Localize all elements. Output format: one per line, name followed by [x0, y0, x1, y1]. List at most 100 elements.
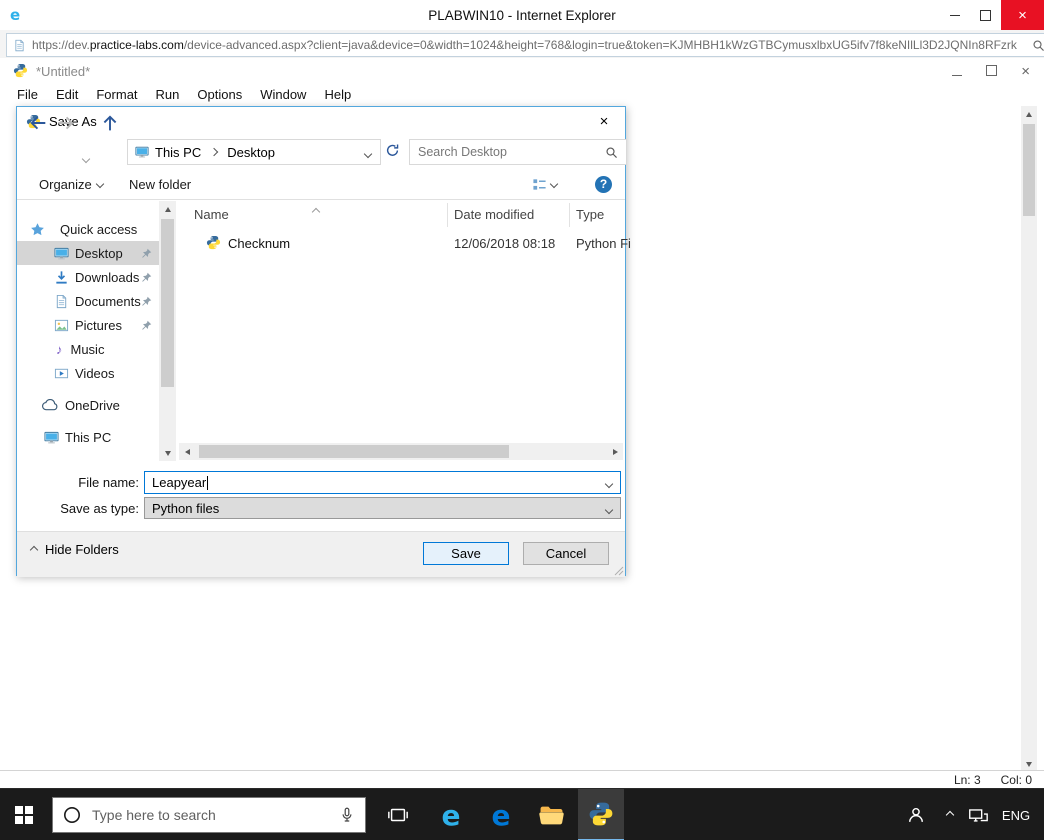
menu-file[interactable]: File	[8, 85, 47, 104]
task-view-button[interactable]	[376, 789, 420, 840]
editor-titlebar: *Untitled* ×	[0, 58, 1044, 84]
documents-icon	[54, 294, 69, 309]
python-idle-taskbar-button[interactable]	[578, 789, 624, 840]
sidebar-scrollbar[interactable]	[159, 201, 176, 461]
editor-close-button[interactable]: ×	[1021, 63, 1030, 80]
column-divider[interactable]	[569, 203, 570, 227]
menu-format[interactable]: Format	[87, 85, 146, 104]
pin-icon	[141, 271, 152, 286]
people-button[interactable]	[898, 789, 934, 840]
sidebar-item-videos[interactable]: Videos	[17, 361, 159, 385]
column-header-type[interactable]: Type	[576, 207, 604, 222]
help-button[interactable]: ?	[595, 169, 612, 199]
language-indicator[interactable]: ENG	[996, 789, 1036, 840]
file-date-modified: 12/06/2018 08:18	[454, 236, 556, 251]
file-list-horizontal-scrollbar[interactable]	[179, 443, 623, 460]
sidebar-item-pictures[interactable]: Pictures	[17, 313, 159, 337]
chevron-up-icon	[945, 810, 955, 820]
organize-button[interactable]: Organize	[39, 169, 104, 199]
hide-folders-button[interactable]: Hide Folders	[29, 542, 119, 557]
menu-run[interactable]: Run	[147, 85, 189, 104]
forward-button[interactable]	[57, 114, 75, 132]
save-as-type-value: Python files	[152, 500, 220, 516]
editor-scrollbar[interactable]	[1021, 106, 1037, 772]
new-folder-button[interactable]: New folder	[129, 169, 191, 199]
scroll-up-button[interactable]	[159, 201, 176, 217]
up-button[interactable]	[101, 114, 119, 132]
dialog-close-button[interactable]: ×	[583, 107, 625, 135]
sidebar-item-downloads[interactable]: Downloads	[17, 265, 159, 289]
save-as-type-select[interactable]: Python files	[144, 497, 621, 519]
status-line: Ln: 3	[953, 772, 981, 787]
ie-titlebar: e PLABWIN10 - Internet Explorer ×	[0, 0, 1044, 31]
file-explorer-taskbar-button[interactable]	[528, 789, 574, 840]
sidebar-item-desktop[interactable]: Desktop	[17, 241, 159, 265]
chevron-down-icon	[81, 154, 91, 164]
show-hidden-icons-button[interactable]	[938, 789, 962, 840]
network-tray-button[interactable]	[962, 789, 994, 840]
status-col: Col: 0	[1000, 772, 1032, 787]
chevron-right-icon[interactable]	[209, 147, 219, 157]
cortana-icon	[64, 807, 80, 823]
menu-window[interactable]: Window	[251, 85, 315, 104]
ie-maximize-button[interactable]	[970, 0, 1001, 30]
breadcrumb-dropdown[interactable]	[363, 145, 373, 160]
sidebar-item-quick-access[interactable]: Quick access	[17, 217, 159, 241]
scroll-left-button[interactable]	[179, 443, 195, 460]
this-pc-icon	[135, 145, 149, 159]
column-header-name[interactable]: Name	[194, 207, 229, 222]
refresh-button[interactable]	[385, 143, 400, 158]
desktop-icon	[54, 246, 69, 261]
network-icon	[967, 804, 989, 826]
search-desktop-input[interactable]	[410, 144, 605, 160]
file-name-input[interactable]: Leapyear	[144, 471, 621, 494]
menu-options[interactable]: Options	[188, 85, 251, 104]
cancel-button[interactable]: Cancel	[523, 542, 609, 565]
file-name-value: Leapyear	[152, 475, 207, 490]
help-icon: ?	[595, 175, 612, 193]
editor-maximize-button[interactable]	[986, 64, 998, 79]
internet-explorer-taskbar-button[interactable]: e	[428, 789, 474, 840]
menu-edit[interactable]: Edit	[47, 85, 87, 104]
url-domain: practice-labs.com	[89, 38, 184, 52]
url-path: /device-advanced.aspx?client=java&device…	[183, 38, 1017, 52]
scrollbar-thumb[interactable]	[199, 445, 509, 458]
file-row[interactable]: Checknum 12/06/2018 08:18 Python Fi	[177, 231, 631, 255]
sidebar-item-documents[interactable]: Documents	[17, 289, 159, 313]
chevron-down-icon	[604, 479, 614, 489]
menu-help[interactable]: Help	[315, 85, 360, 104]
address-search-icon[interactable]	[1032, 39, 1044, 52]
scrollbar-thumb[interactable]	[1023, 124, 1035, 216]
breadcrumb-current[interactable]: Desktop	[227, 145, 275, 160]
save-button[interactable]: Save	[423, 542, 509, 565]
microphone-icon[interactable]	[338, 806, 356, 824]
breadcrumb-root[interactable]: This PC	[155, 145, 201, 160]
ie-close-button[interactable]: ×	[1001, 0, 1044, 30]
edge-logo-icon: e	[491, 798, 511, 832]
scroll-right-button[interactable]	[607, 443, 623, 460]
sidebar-item-this-pc[interactable]: This PC	[17, 425, 159, 449]
file-name-dropdown[interactable]	[604, 475, 614, 490]
column-header-date-modified[interactable]: Date modified	[454, 207, 534, 222]
taskbar-search-box[interactable]	[52, 797, 366, 833]
back-button[interactable]	[29, 114, 47, 132]
url-field[interactable]: https://dev. practice-labs.com/device-adv…	[6, 33, 1044, 57]
column-divider[interactable]	[447, 203, 448, 227]
change-view-button[interactable]	[532, 169, 559, 199]
start-button[interactable]	[0, 789, 48, 840]
sidebar-item-onedrive[interactable]: OneDrive	[17, 393, 159, 417]
resize-grip[interactable]	[614, 566, 624, 576]
save-as-type-dropdown[interactable]	[604, 501, 614, 516]
scroll-down-button[interactable]	[159, 445, 176, 461]
recent-locations-dropdown[interactable]	[81, 150, 91, 165]
scroll-up-button[interactable]	[1021, 106, 1037, 122]
edge-taskbar-button[interactable]: e	[478, 789, 524, 840]
editor-minimize-button[interactable]	[952, 64, 963, 79]
ie-minimize-button[interactable]	[939, 0, 970, 30]
scrollbar-thumb[interactable]	[161, 219, 174, 387]
sidebar-item-music[interactable]: ♪ Music	[17, 337, 159, 361]
triangle-up-icon	[1026, 111, 1032, 117]
folder-icon	[539, 804, 564, 827]
taskbar-search-input[interactable]	[90, 806, 338, 824]
search-icon[interactable]	[605, 146, 618, 159]
